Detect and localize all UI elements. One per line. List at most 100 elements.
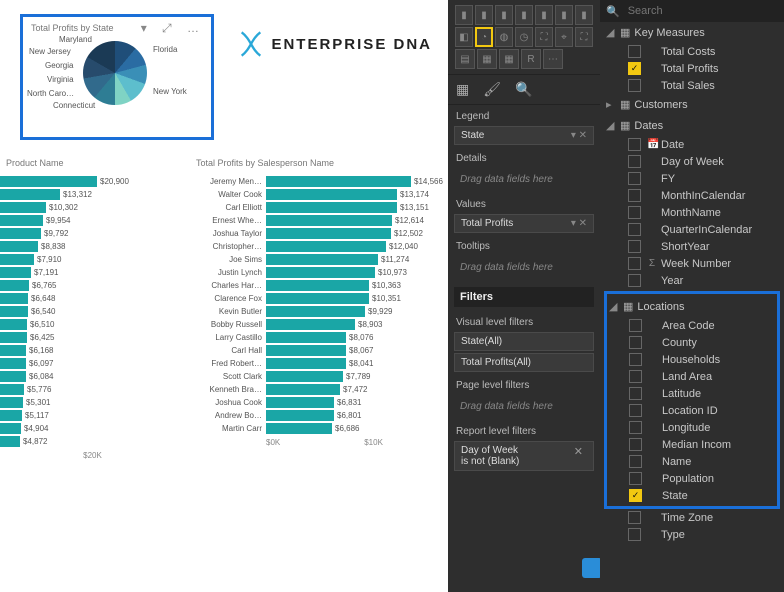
field-checkbox[interactable] xyxy=(628,79,641,92)
field-item[interactable]: Day of Week xyxy=(606,153,784,170)
field-checkbox[interactable] xyxy=(628,257,641,270)
field-item[interactable]: QuarterInCalendar xyxy=(606,221,784,238)
field-checkbox[interactable] xyxy=(628,206,641,219)
bar-row[interactable]: Charles Har…$10,363 xyxy=(190,280,445,291)
bar-chart-salesperson[interactable]: Total Profits by Salesperson Name Jeremy… xyxy=(190,158,445,447)
field-item[interactable]: Area Code xyxy=(607,317,777,334)
bar-row[interactable]: $6,084 xyxy=(0,371,185,382)
field-checkbox[interactable] xyxy=(628,223,641,236)
field-checkbox[interactable] xyxy=(628,45,641,58)
bar-row[interactable]: $8,838 xyxy=(0,241,185,252)
field-checkbox[interactable] xyxy=(628,155,641,168)
field-checkbox[interactable] xyxy=(628,528,641,541)
field-item[interactable]: Population xyxy=(607,470,777,487)
bar-row[interactable]: Scott Clark$7,789 xyxy=(190,371,445,382)
field-item[interactable]: Location ID xyxy=(607,402,777,419)
bar-row[interactable]: Christopher…$12,040 xyxy=(190,241,445,252)
format-icon[interactable]: 🖌 xyxy=(483,81,501,98)
bar-row[interactable]: $6,765 xyxy=(0,280,185,291)
viz-type[interactable]: ⛶ xyxy=(535,27,553,47)
viz-type[interactable]: ▤ xyxy=(455,49,475,69)
field-checkbox[interactable] xyxy=(628,189,641,202)
bar-row[interactable]: Joshua Cook$6,831 xyxy=(190,397,445,408)
field-item[interactable]: MonthName xyxy=(606,204,784,221)
table-customers[interactable]: ▸▦ Customers xyxy=(606,94,784,115)
field-checkbox[interactable] xyxy=(628,138,641,151)
table-locations[interactable]: ◢▦ Locations xyxy=(607,296,777,317)
viz-type[interactable]: ▮ xyxy=(495,5,513,25)
fields-search[interactable]: 🔍 xyxy=(600,0,784,22)
field-checkbox[interactable] xyxy=(629,472,642,485)
bar-row[interactable]: $5,776 xyxy=(0,384,185,395)
bar-row[interactable]: Bobby Russell$8,903 xyxy=(190,319,445,330)
bar-row[interactable]: $7,191 xyxy=(0,267,185,278)
field-checkbox[interactable] xyxy=(629,319,642,332)
bar-row[interactable]: Andrew Bo…$6,801 xyxy=(190,410,445,421)
bar-row[interactable]: Justin Lynch$10,973 xyxy=(190,267,445,278)
bar-row[interactable]: Kenneth Bra…$7,472 xyxy=(190,384,445,395)
field-checkbox[interactable] xyxy=(628,511,641,524)
viz-type[interactable]: ▮ xyxy=(455,5,473,25)
viz-type-pie[interactable]: ◔ xyxy=(475,27,493,47)
viz-type[interactable]: ▦ xyxy=(499,49,519,69)
search-input[interactable] xyxy=(626,4,778,18)
bar-row[interactable]: Joshua Taylor$12,502 xyxy=(190,228,445,239)
viz-type[interactable]: ⛶ xyxy=(575,27,593,47)
field-checkbox[interactable] xyxy=(629,455,642,468)
field-item[interactable]: ✓State xyxy=(607,487,777,504)
field-item[interactable]: Type xyxy=(606,526,784,543)
field-item[interactable]: 📅Date xyxy=(606,136,784,153)
bar-chart-product[interactable]: Product Name $20,900$13,312$10,302$9,954… xyxy=(0,158,185,460)
bar-row[interactable]: $5,117 xyxy=(0,410,185,421)
field-item[interactable]: ✓Total Profits xyxy=(606,60,784,77)
bar-row[interactable]: $6,540 xyxy=(0,306,185,317)
field-item[interactable]: Total Costs xyxy=(606,43,784,60)
bar-row[interactable]: $6,648 xyxy=(0,293,185,304)
bar-row[interactable]: $4,904 xyxy=(0,423,185,434)
table-key-measures[interactable]: ◢▦ Key Measures xyxy=(606,22,784,43)
bar-row[interactable]: $5,301 xyxy=(0,397,185,408)
bar-row[interactable]: Carl Hall$8,067 xyxy=(190,345,445,356)
field-item[interactable]: Year xyxy=(606,272,784,289)
legend-field-well[interactable]: State▾ ✕ xyxy=(454,126,594,145)
field-checkbox[interactable] xyxy=(628,172,641,185)
bar-row[interactable]: Joe Sims$11,274 xyxy=(190,254,445,265)
field-item[interactable]: County xyxy=(607,334,777,351)
bar-row[interactable]: Kevin Butler$9,929 xyxy=(190,306,445,317)
bar-row[interactable]: Martin Carr$6,686 xyxy=(190,423,445,434)
values-field-well[interactable]: Total Profits▾ ✕ xyxy=(454,214,594,233)
viz-type[interactable]: ▮ xyxy=(515,5,533,25)
analytics-icon[interactable]: 🔍 xyxy=(515,81,532,98)
bar-row[interactable]: $6,425 xyxy=(0,332,185,343)
bar-row[interactable]: $9,954 xyxy=(0,215,185,226)
viz-type[interactable]: ◷ xyxy=(515,27,533,47)
field-item[interactable]: Land Area xyxy=(607,368,777,385)
tooltips-drop[interactable]: Drag data fields here xyxy=(454,256,594,279)
viz-type[interactable]: ⌖ xyxy=(555,27,573,47)
field-item[interactable]: FY xyxy=(606,170,784,187)
bar-row[interactable]: $7,910 xyxy=(0,254,185,265)
bar-row[interactable]: $6,510 xyxy=(0,319,185,330)
pie-chart[interactable] xyxy=(83,41,147,105)
close-icon[interactable]: ✕ xyxy=(574,445,583,458)
field-item[interactable]: Time Zone xyxy=(606,509,784,526)
bar-row[interactable]: $10,302 xyxy=(0,202,185,213)
bar-row[interactable]: $4,872 xyxy=(0,436,185,447)
viz-type[interactable]: ⋯ xyxy=(543,49,563,69)
field-checkbox[interactable] xyxy=(629,370,642,383)
bar-row[interactable]: $6,168 xyxy=(0,345,185,356)
viz-type[interactable]: ▮ xyxy=(475,5,493,25)
bar-row[interactable]: Ernest Whe…$12,614 xyxy=(190,215,445,226)
viz-type[interactable]: ▦ xyxy=(477,49,497,69)
bar-row[interactable]: $6,097 xyxy=(0,358,185,369)
bar-row[interactable]: Walter Cook$13,174 xyxy=(190,189,445,200)
field-checkbox[interactable] xyxy=(629,353,642,366)
viz-type[interactable]: ◍ xyxy=(495,27,513,47)
viz-type[interactable]: ▮ xyxy=(575,5,593,25)
field-item[interactable]: Households xyxy=(607,351,777,368)
field-item[interactable]: Longitude xyxy=(607,419,777,436)
field-checkbox[interactable] xyxy=(629,336,642,349)
viz-type[interactable]: R xyxy=(521,49,541,69)
viz-type[interactable]: ◧ xyxy=(455,27,473,47)
field-checkbox[interactable] xyxy=(628,274,641,287)
